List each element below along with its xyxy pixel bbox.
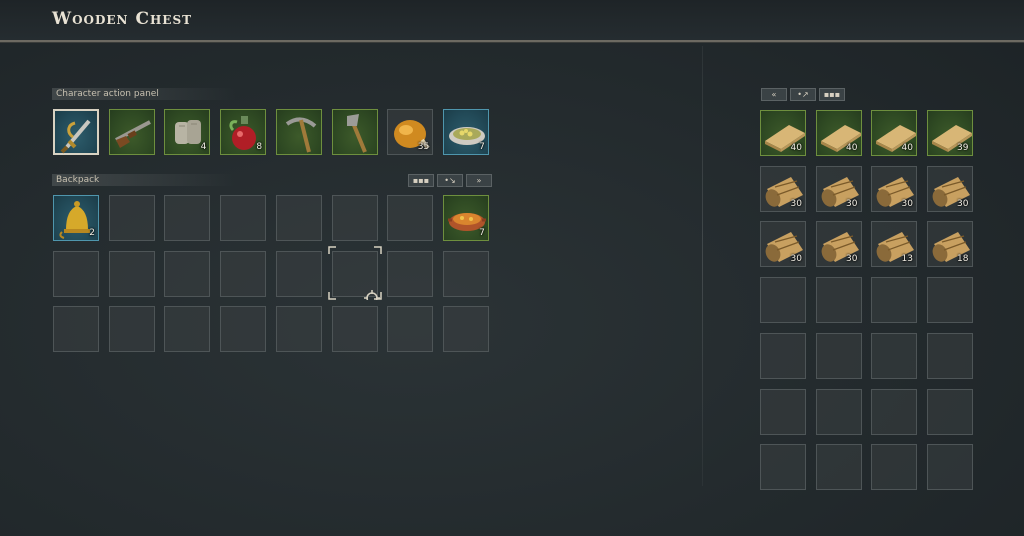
chest-slot[interactable] (871, 277, 917, 324)
action-slot[interactable] (331, 109, 378, 155)
backpack-slot[interactable] (442, 306, 489, 352)
backpack-transfer-all-button[interactable]: » (466, 174, 492, 187)
backpack-label: Backpack (52, 174, 236, 186)
chest-take-all-button[interactable]: « (761, 88, 787, 101)
chest-slot[interactable]: 30 (871, 165, 917, 212)
backpack-slot[interactable] (164, 250, 211, 297)
chest-sort-button[interactable]: ▪▪▪ (819, 88, 845, 101)
sword-icon (60, 119, 91, 154)
crosshair-cursor-icon (328, 246, 382, 300)
item-count: 35 (417, 142, 430, 152)
chest-slot[interactable] (760, 444, 806, 491)
backpack-slot[interactable]: 7 (442, 195, 489, 241)
item-count: 30 (901, 198, 913, 209)
backpack-slot[interactable] (164, 306, 211, 352)
item-count: 40 (846, 143, 858, 153)
backpack-slot[interactable] (108, 306, 155, 352)
chest-slot[interactable]: 13 (871, 221, 917, 268)
item-count: 39 (957, 143, 969, 153)
chest-slot[interactable] (926, 388, 973, 435)
chest-slot[interactable] (815, 277, 862, 324)
backpack-slot[interactable] (220, 306, 267, 352)
item-count: 30 (790, 198, 802, 209)
panel-divider (702, 46, 703, 486)
item-count: 7 (479, 142, 485, 152)
action-slot[interactable] (53, 109, 99, 155)
chest-slot[interactable]: 30 (760, 165, 806, 212)
backpack-slot[interactable]: 2 (53, 195, 99, 241)
title-bar: Wooden Chest (0, 0, 1024, 42)
chest-slot[interactable] (871, 332, 917, 379)
item-count: 18 (957, 254, 969, 265)
chest-slot[interactable]: 40 (815, 110, 862, 156)
backpack-slot[interactable] (220, 250, 267, 297)
chest-slot[interactable] (871, 388, 917, 435)
backpack-slot[interactable] (387, 195, 434, 241)
item-count: 40 (790, 143, 802, 153)
chest-slot[interactable]: 30 (926, 165, 973, 212)
item-count: 30 (790, 254, 802, 265)
backpack-slot[interactable] (53, 306, 99, 352)
item-count: 2 (89, 228, 95, 238)
chest-slot[interactable] (926, 277, 973, 324)
item-count: 4 (200, 142, 207, 152)
backpack-slot[interactable] (331, 195, 378, 241)
chest-slot[interactable] (760, 388, 806, 435)
chest-slot[interactable]: 18 (926, 221, 973, 268)
chest-slot[interactable] (760, 277, 806, 324)
backpack-slot[interactable] (220, 195, 267, 241)
chest-slot[interactable]: 40 (760, 110, 806, 156)
item-count: 30 (846, 198, 858, 209)
item-count: 7 (479, 228, 485, 238)
item-count: 30 (957, 198, 969, 209)
backpack-slot[interactable] (442, 250, 489, 297)
chest-slot[interactable]: 30 (815, 221, 862, 268)
chest-slot[interactable]: 30 (760, 221, 806, 268)
axe-icon (346, 114, 367, 153)
chest-stack-button[interactable]: •↗ (790, 88, 816, 101)
item-count: 30 (846, 254, 858, 265)
item-count: 13 (901, 254, 913, 265)
backpack-slot[interactable] (164, 195, 211, 241)
chest-slot[interactable]: 40 (871, 110, 917, 156)
window-title: Wooden Chest (52, 9, 193, 29)
pickaxe-icon (285, 117, 317, 153)
musket-icon (114, 120, 151, 148)
item-count: 40 (901, 143, 913, 153)
action-slot[interactable] (108, 109, 155, 155)
backpack-slot[interactable] (331, 306, 378, 352)
backpack-slot[interactable] (275, 195, 322, 241)
backpack-slot[interactable] (387, 250, 434, 297)
backpack-stack-button[interactable]: •↘ (437, 174, 463, 187)
chest-slot[interactable] (815, 388, 862, 435)
chest-slot[interactable] (926, 332, 973, 379)
action-slot[interactable] (275, 109, 322, 155)
chest-slot[interactable] (760, 332, 806, 379)
backpack-sort-button[interactable]: ▪▪▪ (408, 174, 434, 187)
chest-slot[interactable]: 30 (815, 165, 862, 212)
backpack-slot[interactable] (108, 195, 155, 241)
backpack-slot[interactable] (53, 250, 99, 297)
backpack-slot[interactable] (108, 250, 155, 297)
chest-slot[interactable] (815, 332, 862, 379)
backpack-slot[interactable] (387, 306, 434, 352)
action-slot[interactable]: 4 (164, 109, 211, 155)
backpack-slot[interactable] (275, 306, 322, 352)
action-slot[interactable]: 8 (220, 109, 267, 155)
action-panel-label: Character action panel (52, 88, 236, 100)
item-count: 8 (256, 142, 263, 152)
chest-slot[interactable]: 39 (926, 110, 973, 156)
action-slot[interactable]: 7 (442, 109, 489, 155)
action-slot[interactable]: 35 (387, 109, 434, 155)
backpack-slot[interactable] (275, 250, 322, 297)
chest-slot[interactable] (815, 444, 862, 491)
chest-slot[interactable] (871, 444, 917, 491)
chest-slot[interactable] (926, 444, 973, 491)
